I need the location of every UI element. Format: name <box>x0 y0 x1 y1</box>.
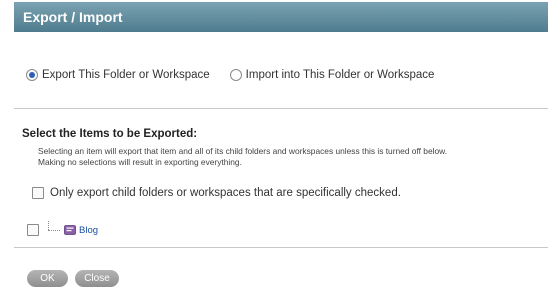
radio-selected-dot <box>29 72 35 78</box>
import-mode-option[interactable]: Import into This Folder or Workspace <box>229 69 435 81</box>
divider-bottom <box>14 247 548 248</box>
import-radio[interactable] <box>229 69 242 81</box>
only-checked-label: Only export child folders or workspaces … <box>50 187 401 199</box>
section-description-line1: Selecting an item will export that item … <box>38 146 448 156</box>
export-radio[interactable] <box>26 69 38 81</box>
export-radio-label: Export This Folder or Workspace <box>42 69 210 81</box>
ok-button[interactable]: OK <box>27 270 68 287</box>
blog-link[interactable]: Blog <box>79 225 98 236</box>
blog-checkbox[interactable] <box>27 224 39 236</box>
close-button[interactable]: Close <box>75 270 119 287</box>
only-checked-row: Only export child folders or workspaces … <box>32 187 401 199</box>
import-radio-label: Import into This Folder or Workspace <box>245 69 435 81</box>
tree-item-blog: Blog <box>27 221 98 237</box>
export-mode-option[interactable]: Export This Folder or Workspace <box>26 69 210 81</box>
section-title: Select the Items to be Exported: <box>22 128 198 140</box>
only-checked-checkbox[interactable] <box>32 187 44 199</box>
divider-top <box>14 108 548 109</box>
tree-connector <box>48 221 62 235</box>
dialog-header: Export / Import <box>14 2 548 32</box>
dialog-title: Export / Import <box>23 9 123 25</box>
section-description-line2: Making no selections will result in expo… <box>38 157 242 167</box>
export-import-dialog: Export / Import Export This Folder or Wo… <box>0 0 548 287</box>
mode-radio-group: Export This Folder or Workspace Import i… <box>26 68 434 82</box>
blog-icon <box>64 225 76 235</box>
